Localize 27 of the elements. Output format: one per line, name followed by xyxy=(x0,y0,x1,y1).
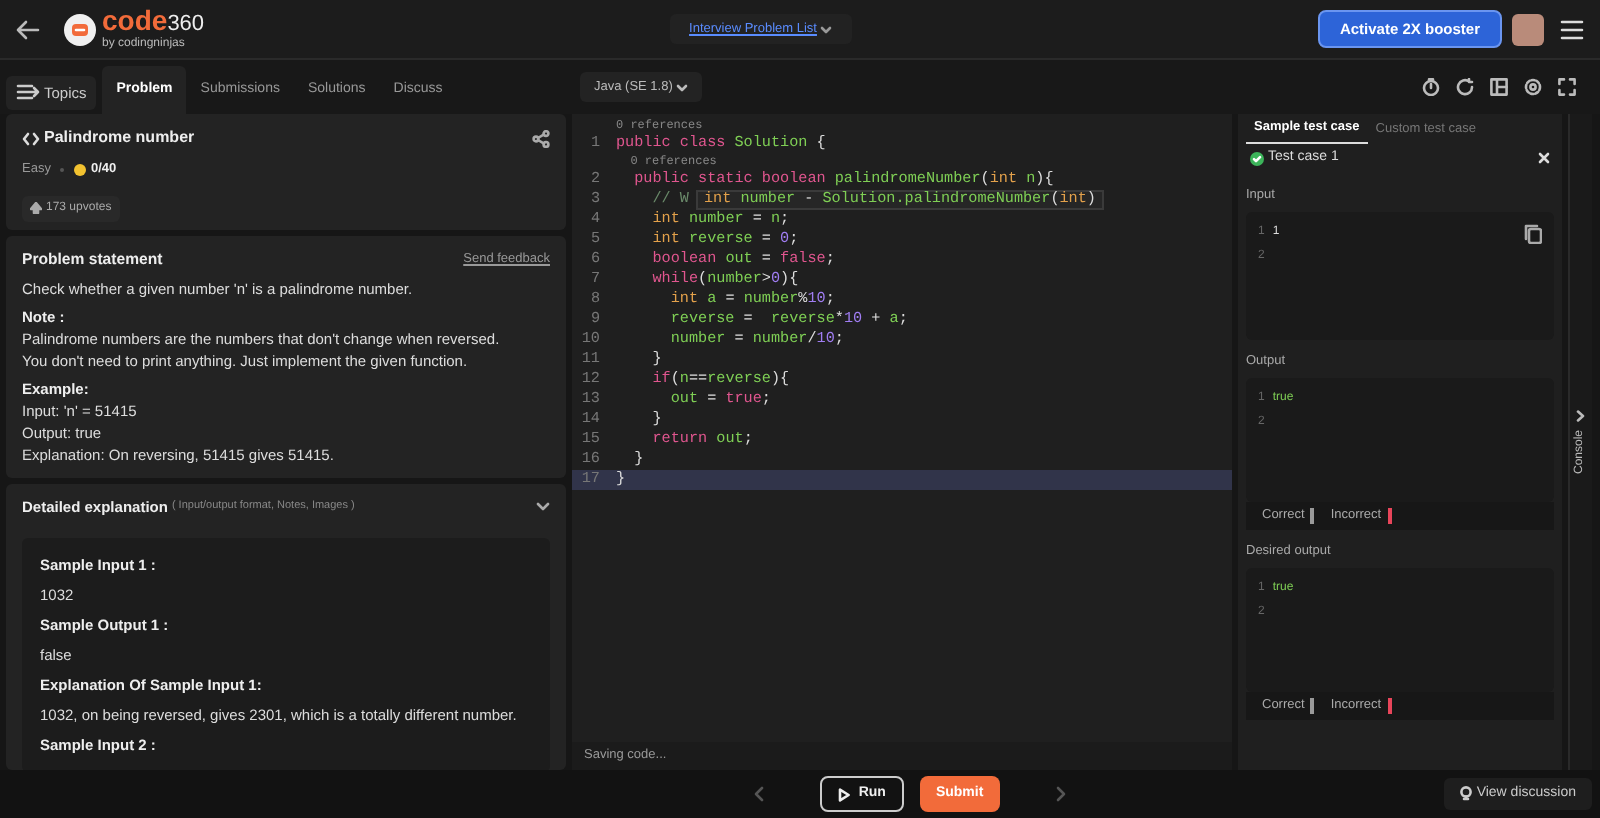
copy-icon[interactable] xyxy=(1524,224,1542,244)
play-icon xyxy=(838,787,851,801)
code-icon xyxy=(22,131,40,145)
logo-text[interactable]: code xyxy=(102,7,168,33)
logo-icon[interactable] xyxy=(64,13,96,45)
caret-icon xyxy=(820,25,833,33)
share-icon[interactable] xyxy=(532,129,550,147)
avatar-placeholder[interactable] xyxy=(1512,13,1544,45)
lightbulb-icon xyxy=(1460,786,1473,802)
close-icon[interactable] xyxy=(1538,152,1550,164)
caret-icon xyxy=(676,83,689,91)
separator-dot-icon xyxy=(60,167,65,172)
logo-text[interactable]: 360 xyxy=(167,11,205,37)
chevron-down-icon[interactable] xyxy=(536,501,550,512)
problem-title: Palindrome number xyxy=(44,126,195,150)
timer-icon[interactable] xyxy=(1422,78,1440,96)
upvote-arrow-icon xyxy=(30,202,42,215)
previous-chevron-icon[interactable] xyxy=(754,786,765,802)
coin-icon xyxy=(74,163,87,176)
layout-icon[interactable] xyxy=(1490,78,1508,96)
fullscreen-icon[interactable] xyxy=(1558,78,1576,96)
chevron-right-icon xyxy=(1576,409,1586,422)
menu-icon[interactable] xyxy=(1560,19,1584,39)
refresh-icon[interactable] xyxy=(1456,78,1474,96)
topics-menu-icon xyxy=(16,84,40,101)
next-chevron-icon[interactable] xyxy=(1055,786,1066,802)
back-arrow-icon[interactable] xyxy=(16,19,40,39)
